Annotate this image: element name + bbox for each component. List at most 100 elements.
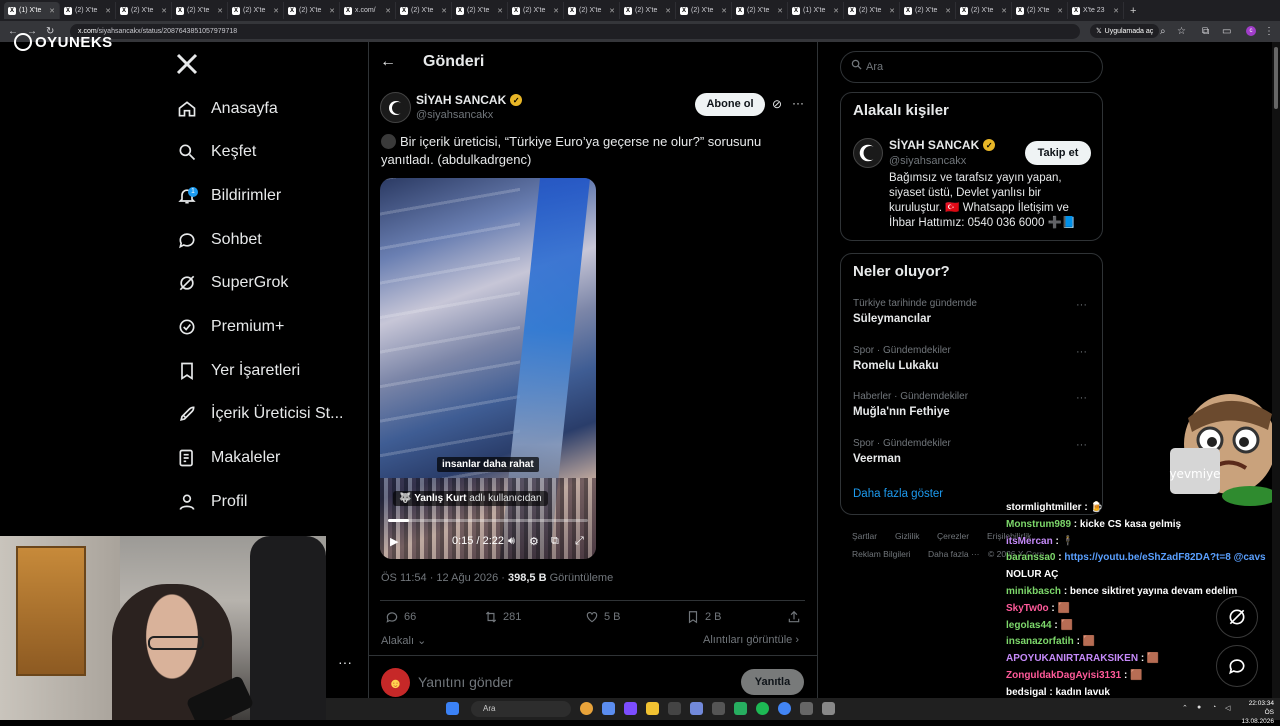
browser-profile-avatar[interactable]: c xyxy=(1246,26,1256,36)
close-tab-icon[interactable]: ✕ xyxy=(609,7,615,15)
browser-tab[interactable]: X (2) X'te ✕ xyxy=(676,2,732,19)
footer-link[interactable]: Gizlilik xyxy=(895,531,920,541)
close-tab-icon[interactable]: ✕ xyxy=(273,7,279,15)
close-tab-icon[interactable]: ✕ xyxy=(497,7,503,15)
app-icon[interactable] xyxy=(822,702,835,715)
menu-icon[interactable]: ⋮ xyxy=(1264,26,1274,37)
chat-username[interactable]: minikbasch xyxy=(1006,586,1061,597)
chat-username[interactable]: bedsigal xyxy=(1006,687,1047,698)
app-icon[interactable] xyxy=(668,702,681,715)
browser-tab[interactable]: X (2) X'te ✕ xyxy=(60,2,116,19)
related-person-name[interactable]: SİYAH SANCAK ✓ xyxy=(889,138,996,152)
grok-icon[interactable]: ⊘ xyxy=(772,97,782,111)
close-tab-icon[interactable]: ✕ xyxy=(217,7,223,15)
chat-username[interactable]: ZonguldakDagAyisi3131 xyxy=(1006,670,1121,681)
account-more-icon[interactable]: ··· xyxy=(338,654,352,670)
tray-app-icon[interactable]: ● xyxy=(1197,704,1201,711)
sidepanel-icon[interactable]: ▭ xyxy=(1222,26,1231,37)
spotify-icon[interactable] xyxy=(756,702,769,715)
close-tab-icon[interactable]: ✕ xyxy=(329,7,335,15)
like-button[interactable]: 5 B xyxy=(585,610,621,624)
nav-item-keşfet[interactable]: Keşfet xyxy=(176,137,256,167)
close-tab-icon[interactable]: ✕ xyxy=(385,7,391,15)
close-tab-icon[interactable]: ✕ xyxy=(49,7,55,15)
nav-item-makaleler[interactable]: Makaleler xyxy=(176,443,280,473)
app-icon[interactable] xyxy=(602,702,615,715)
taskbar-clock[interactable]: 22:03:34 ÖS 13.08.2026 xyxy=(1240,699,1274,726)
close-tab-icon[interactable]: ✕ xyxy=(945,7,951,15)
open-in-app-button[interactable]: 𝕏 Uygulamada aç xyxy=(1090,24,1160,38)
browser-tab[interactable]: X (2) X'te ✕ xyxy=(1012,2,1068,19)
close-tab-icon[interactable]: ✕ xyxy=(105,7,111,15)
bookmark-button[interactable]: 2 B xyxy=(686,610,722,624)
folder-icon[interactable] xyxy=(646,702,659,715)
chat-username[interactable]: stormlightmiller xyxy=(1006,502,1082,513)
discord-icon[interactable] xyxy=(690,702,703,715)
show-more-link[interactable]: Daha fazla göster xyxy=(853,488,943,500)
wifi-icon[interactable]: ◔ xyxy=(1212,704,1216,711)
scroll-thumb[interactable] xyxy=(1274,47,1278,109)
browser-tab[interactable]: X (1) X'te ✕ xyxy=(4,2,60,19)
close-tab-icon[interactable]: ✕ xyxy=(1057,7,1063,15)
url-field[interactable]: x.com/siyahsancakx/status/20876438510579… xyxy=(70,24,1080,39)
taskbar-search[interactable]: Ara xyxy=(471,701,571,717)
author-handle[interactable]: @siyahsancakx xyxy=(416,109,493,121)
close-tab-icon[interactable]: ✕ xyxy=(1113,7,1119,15)
close-tab-icon[interactable]: ✕ xyxy=(441,7,447,15)
trend-more-icon[interactable]: ··· xyxy=(1076,346,1087,358)
close-tab-icon[interactable]: ✕ xyxy=(889,7,895,15)
trend-item[interactable]: Romelu Lukaku xyxy=(853,360,939,372)
view-quotes-link[interactable]: Alıntıları görüntüle › xyxy=(703,634,799,646)
close-tab-icon[interactable]: ✕ xyxy=(833,7,839,15)
browser-tab[interactable]: X (1) X'te ✕ xyxy=(788,2,844,19)
chrome-icon[interactable] xyxy=(580,702,593,715)
trend-more-icon[interactable]: ··· xyxy=(1076,299,1087,311)
footer-link[interactable]: Reklam Bilgileri xyxy=(852,549,911,559)
nav-item-sohbet[interactable]: Sohbet xyxy=(176,225,262,255)
nav-item-bildirimler[interactable]: 1 Bildirimler xyxy=(176,181,281,211)
related-sort-dropdown[interactable]: Alakalı ⌄ xyxy=(381,634,426,647)
browser-icon[interactable] xyxy=(778,702,791,715)
play-icon[interactable]: ▶ xyxy=(390,535,398,548)
close-tab-icon[interactable]: ✕ xyxy=(161,7,167,15)
footer-link[interactable]: Daha fazla ··· xyxy=(928,549,980,559)
browser-tab[interactable]: X (2) X'te ✕ xyxy=(844,2,900,19)
browser-tab[interactable]: X (2) X'te ✕ xyxy=(620,2,676,19)
related-person-avatar[interactable] xyxy=(853,138,883,168)
extensions-icon[interactable]: ⧉ xyxy=(1202,26,1209,37)
browser-tab[interactable]: X (2) X'te ✕ xyxy=(900,2,956,19)
browser-tab[interactable]: X (2) X'te ✕ xyxy=(564,2,620,19)
browser-tab[interactable]: X X'te 23 ✕ xyxy=(1068,2,1124,19)
nav-item-anasayfa[interactable]: Anasayfa xyxy=(176,94,278,124)
reply-submit-button[interactable]: Yanıtla xyxy=(741,669,804,695)
app-icon[interactable] xyxy=(624,702,637,715)
tray-chevron-icon[interactable]: ⌃ xyxy=(1182,704,1188,712)
chat-username[interactable]: Monstrum989 xyxy=(1006,519,1071,530)
nav-item-yer-i-şaretleri[interactable]: Yer İşaretleri xyxy=(176,356,300,386)
close-tab-icon[interactable]: ✕ xyxy=(665,7,671,15)
follow-button[interactable]: Takip et xyxy=(1025,141,1091,165)
user-avatar[interactable]: ☻ xyxy=(381,668,410,697)
new-tab-icon[interactable]: + xyxy=(1130,5,1136,17)
trend-item[interactable]: Veerman xyxy=(853,453,901,465)
trend-item[interactable]: Muğla'nın Fethiye xyxy=(853,406,950,418)
chat-link[interactable]: https://youtu.be/eShZadF82DA?t=8 @cavs xyxy=(1064,552,1265,563)
star-icon[interactable]: ☆ xyxy=(1177,26,1186,37)
browser-tab[interactable]: X (2) X'te ✕ xyxy=(284,2,340,19)
app-icon[interactable] xyxy=(800,702,813,715)
close-tab-icon[interactable]: ✕ xyxy=(777,7,783,15)
fullscreen-icon[interactable]: ⤢ xyxy=(575,535,584,548)
footer-link[interactable]: Şartlar xyxy=(852,531,877,541)
browser-tab[interactable]: X (2) X'te ✕ xyxy=(452,2,508,19)
trend-more-icon[interactable]: ··· xyxy=(1076,392,1087,404)
repost-button[interactable]: 281 xyxy=(484,610,521,624)
browser-tab[interactable]: X (2) X'te ✕ xyxy=(228,2,284,19)
close-tab-icon[interactable]: ✕ xyxy=(1001,7,1007,15)
zoom-icon[interactable]: ⌕ xyxy=(1160,26,1166,37)
post-more-icon[interactable]: ··· xyxy=(792,96,804,110)
nav-item-supergrok[interactable]: SuperGrok xyxy=(176,268,288,298)
app-icon[interactable] xyxy=(712,702,725,715)
browser-tab[interactable]: Xx.com/✕ xyxy=(340,2,396,19)
x-logo-icon[interactable] xyxy=(175,52,199,76)
reply-button[interactable]: 66 xyxy=(385,610,416,624)
